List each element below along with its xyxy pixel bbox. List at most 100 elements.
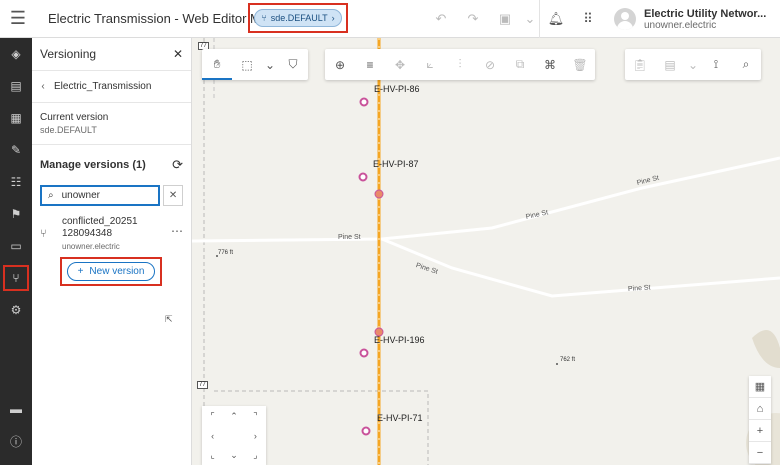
elevation-label: 762 ft bbox=[560, 357, 576, 363]
add-feature-icon[interactable]: ⊕ bbox=[325, 49, 355, 80]
new-version-label: New version bbox=[89, 266, 145, 277]
chevron-right-icon: › bbox=[331, 13, 335, 23]
list-icon[interactable]: ☷ bbox=[0, 166, 32, 198]
pan-up-left-icon[interactable]: ⌜ bbox=[211, 411, 215, 422]
close-icon[interactable]: ✕ bbox=[173, 47, 183, 61]
map-canvas bbox=[192, 38, 780, 465]
top-header: ☰ Electric Transmission - Web Editor Map… bbox=[0, 0, 780, 38]
manage-versions-header: Manage versions (1) ⟳ bbox=[32, 145, 191, 185]
pole-label: E-HV-PI-86 bbox=[374, 84, 420, 94]
edit-layers-icon[interactable]: ✎ bbox=[0, 134, 32, 166]
list-item[interactable]: ⑂ conflicted_20251 128094348 unowner.ele… bbox=[32, 216, 191, 251]
edit-attributes-icon[interactable]: ≡ bbox=[355, 49, 385, 80]
pan-right-icon[interactable]: › bbox=[254, 431, 257, 441]
apps-grid-icon[interactable]: ⠿ bbox=[572, 0, 604, 38]
basemap-grid-icon[interactable]: ▦ bbox=[749, 376, 771, 398]
utility-toolbar: 📋︎ ▤ ⌄ ⟟ ⌕ bbox=[625, 49, 761, 80]
header-actions: ↶ ↷ ▣ ⌄ 🔔︎ ⠿ bbox=[425, 0, 604, 38]
select-toolbar: ✋︎ ⬚ ⌄ ⛉ bbox=[202, 49, 308, 80]
version-chip-highlight: ⑂ sde.DEFAULT › bbox=[248, 3, 348, 33]
app-title: Electric Transmission - Web Editor Map bbox=[48, 11, 276, 26]
elevation-label: 776 ft bbox=[218, 250, 234, 256]
search-icon: ⌕ bbox=[48, 190, 54, 201]
search-icon[interactable]: ⌕ bbox=[731, 49, 761, 80]
panel-header: Versioning ✕ bbox=[32, 38, 191, 71]
branch-icon: ⑂ bbox=[261, 13, 267, 23]
redo-icon[interactable]: ↷ bbox=[457, 0, 489, 38]
merge-icon[interactable]: ⊘ bbox=[475, 49, 505, 80]
route-shield: 77 bbox=[197, 381, 208, 389]
delete-icon[interactable]: 🗑︎ bbox=[565, 49, 595, 80]
editing-toolbar: ⊕ ≡ ✥ ⟀ ⫶ ⊘ ⧉ ⌘ 🗑︎ bbox=[325, 49, 595, 80]
undo-icon[interactable]: ↶ bbox=[425, 0, 457, 38]
mouse-cursor-icon: ⇱ bbox=[165, 314, 173, 324]
new-version-button[interactable]: + New version bbox=[67, 262, 155, 281]
search-input[interactable]: ⌕ unowner bbox=[40, 185, 161, 206]
select-rectangle-icon[interactable]: ⬚ bbox=[232, 49, 262, 80]
move-icon[interactable]: ✥ bbox=[385, 49, 415, 80]
chevron-down-icon[interactable]: ⌄ bbox=[521, 0, 539, 38]
avatar bbox=[614, 8, 636, 30]
copy-icon[interactable]: ⧉ bbox=[505, 49, 535, 80]
pole-label: E-HV-PI-87 bbox=[373, 159, 419, 169]
trace-icon[interactable]: ⟟ bbox=[701, 49, 731, 80]
pan-down-icon[interactable]: ⌄ bbox=[230, 450, 238, 461]
pan-up-icon[interactable]: ⌃ bbox=[230, 411, 238, 422]
zoom-out-button[interactable]: − bbox=[749, 442, 771, 464]
user-name: unowner.electric bbox=[644, 19, 717, 31]
search-value: unowner bbox=[61, 190, 100, 201]
bookmark-icon[interactable]: ⚑ bbox=[0, 198, 32, 230]
current-version-chip[interactable]: ⑂ sde.DEFAULT › bbox=[254, 9, 342, 27]
pole-label: E-HV-PI-71 bbox=[377, 413, 423, 423]
refresh-icon[interactable]: ⟳ bbox=[172, 157, 183, 173]
navigation-pad: ⌜ ⌃ ⌝ ‹ › ⌞ ⌄ ⌟ bbox=[202, 406, 266, 465]
plus-icon: + bbox=[77, 266, 84, 277]
layers-icon[interactable]: ◈ bbox=[0, 38, 32, 70]
folder-icon[interactable]: ▭ bbox=[0, 230, 32, 262]
app-window: ☰ Electric Transmission - Web Editor Map… bbox=[0, 0, 780, 465]
pan-hand-icon[interactable]: ✋︎ bbox=[202, 49, 232, 80]
collapse-icon[interactable]: ▬ bbox=[0, 393, 32, 425]
home-icon[interactable]: ⌂ bbox=[749, 398, 771, 420]
new-version-highlight: + New version bbox=[60, 257, 162, 286]
pole-label: E-HV-PI-196 bbox=[374, 335, 425, 345]
menu-icon[interactable]: ☰ bbox=[0, 0, 36, 38]
breadcrumb-label: Electric_Transmission bbox=[54, 81, 152, 92]
clipboard-icon[interactable]: 📋︎ bbox=[625, 49, 655, 80]
versioning-icon[interactable]: ⑂ bbox=[0, 262, 32, 294]
version-chip-label: sde.DEFAULT bbox=[270, 13, 328, 23]
version-name-line1: conflicted_20251 bbox=[62, 216, 138, 227]
versioning-panel: Versioning ✕ ‹ Electric_Transmission Cur… bbox=[32, 38, 192, 465]
version-search: ⌕ unowner ✕ bbox=[40, 185, 183, 206]
grid-icon[interactable]: ▦ bbox=[0, 102, 32, 134]
chevron-left-icon[interactable]: ‹ bbox=[32, 81, 54, 92]
bell-icon[interactable]: 🔔︎ bbox=[540, 0, 572, 38]
clear-search-button[interactable]: ✕ bbox=[163, 185, 183, 206]
map-view[interactable]: E-HV-PI-86 E-HV-PI-87 E-HV-PI-196 E-HV-P… bbox=[192, 38, 780, 465]
pan-down-left-icon[interactable]: ⌞ bbox=[211, 450, 215, 461]
user-menu[interactable]: Electric Utility Networ... unowner.elect… bbox=[614, 0, 766, 38]
breadcrumb[interactable]: ‹ Electric_Transmission bbox=[32, 71, 191, 103]
reshape-icon[interactable]: ⟀ bbox=[415, 49, 445, 80]
pan-down-right-icon[interactable]: ⌟ bbox=[253, 450, 257, 461]
branch-icon: ⑂ bbox=[40, 228, 47, 240]
split-icon[interactable]: ⫶ bbox=[445, 49, 475, 80]
table-icon[interactable]: ▤ bbox=[0, 70, 32, 102]
pan-left-icon[interactable]: ‹ bbox=[211, 431, 214, 441]
settings-icon[interactable]: ⚙ bbox=[0, 294, 32, 326]
zoom-in-button[interactable]: + bbox=[749, 420, 771, 442]
chevron-down-icon[interactable]: ⌄ bbox=[685, 49, 701, 80]
current-version-section: Current version sde.DEFAULT bbox=[32, 103, 191, 145]
more-options-icon[interactable]: ⋯ bbox=[171, 216, 183, 251]
chevron-down-icon[interactable]: ⌄ bbox=[262, 49, 278, 80]
info-icon[interactable]: ⓘ bbox=[0, 425, 32, 457]
version-name-line2: 128094348 bbox=[62, 228, 113, 239]
manage-versions-label: Manage versions (1) bbox=[40, 159, 146, 171]
attribute-table-icon[interactable]: ▤ bbox=[655, 49, 685, 80]
panel-title: Versioning bbox=[40, 47, 97, 61]
save-icon[interactable]: ▣ bbox=[489, 0, 521, 38]
user-title: Electric Utility Networ... bbox=[644, 7, 767, 20]
pan-up-right-icon[interactable]: ⌝ bbox=[253, 411, 257, 422]
vertex-edit-icon[interactable]: ⌘ bbox=[535, 49, 565, 80]
select-by-attribute-icon[interactable]: ⛉ bbox=[278, 49, 308, 80]
